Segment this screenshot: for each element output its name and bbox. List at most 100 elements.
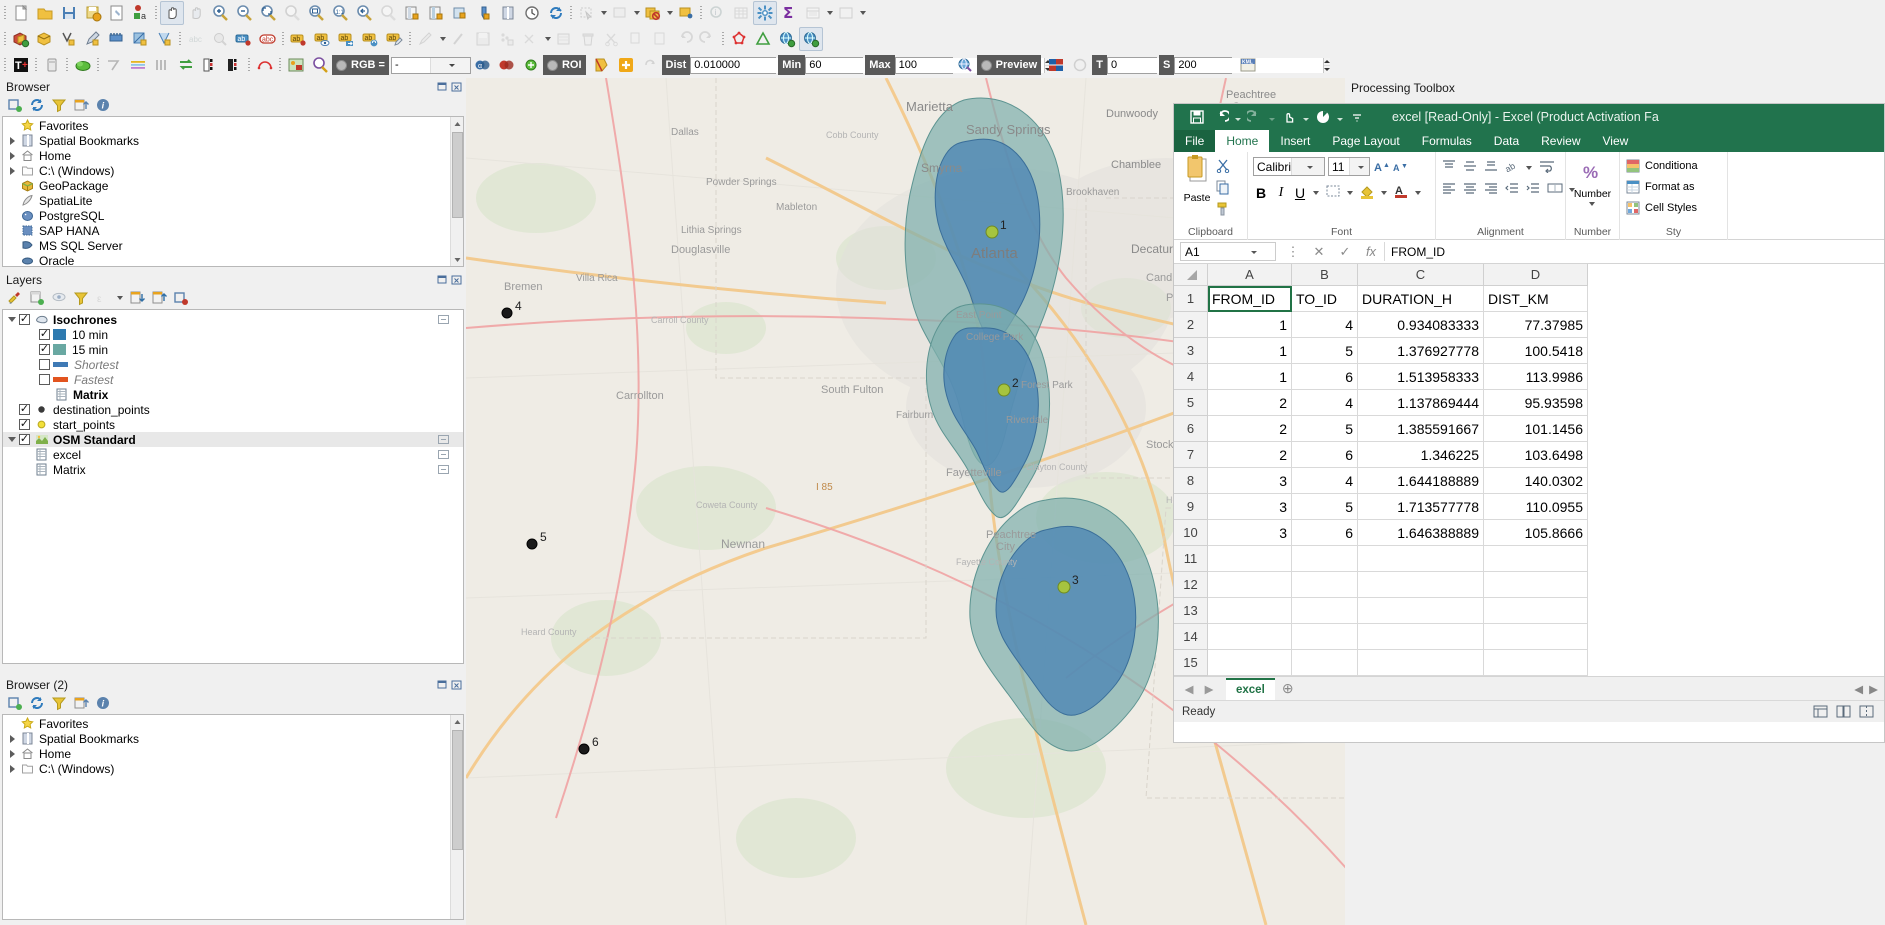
zoom-next-icon[interactable] <box>376 1 400 25</box>
chart-dropdown[interactable] <box>1336 106 1344 128</box>
excel-title-bar[interactable]: excel [Read-Only] - Excel (Product Activ… <box>1174 104 1884 130</box>
wrap-text-icon[interactable] <box>1538 159 1556 176</box>
tree-item-spatial-bookmarks[interactable]: Spatial Bookmarks <box>3 133 463 148</box>
chevron-down-icon[interactable] <box>1291 158 1324 175</box>
add-layer-icon[interactable] <box>6 694 24 712</box>
layer-item-15-min[interactable]: 15 min <box>3 342 463 357</box>
label-disabled-icon[interactable]: abc <box>184 27 208 51</box>
grid-cell-A3[interactable]: 1 <box>1208 338 1292 364</box>
grid-cell-D14[interactable] <box>1484 624 1588 650</box>
arc-tool-icon[interactable] <box>253 53 277 77</box>
redo-dropdown[interactable] <box>1268 106 1276 128</box>
georeferencer-icon[interactable] <box>129 27 153 51</box>
label-abc-red-icon[interactable]: abc <box>256 27 280 51</box>
align-center-icon[interactable] <box>1462 181 1478 198</box>
style-manager-icon[interactable]: a <box>129 1 153 25</box>
grid-cell-D1[interactable]: DIST_KM <box>1484 286 1588 312</box>
add-feature-polygon-icon[interactable] <box>153 27 177 51</box>
roi-indicator[interactable]: ROI <box>543 55 586 75</box>
select-features-icon[interactable] <box>575 1 599 25</box>
align-middle-icon[interactable] <box>1462 159 1478 176</box>
preview-indicator[interactable]: Preview <box>977 55 1042 75</box>
orthophoto-icon[interactable] <box>284 53 308 77</box>
processing-toolbox-icon[interactable] <box>753 1 777 25</box>
grid-cell-B13[interactable] <box>1292 598 1358 624</box>
edit-expression-icon[interactable]: ε <box>94 289 112 307</box>
label-rotate-icon[interactable]: ab <box>359 27 383 51</box>
label-highlight-icon[interactable]: ab <box>232 27 256 51</box>
grid-cell-D5[interactable]: 95.93598 <box>1484 390 1588 416</box>
grid-cell-C2[interactable]: 0.934083333 <box>1358 312 1484 338</box>
kml-export-icon[interactable]: KML <box>1236 53 1260 77</box>
toolbar-grip[interactable] <box>2 55 9 75</box>
grid-cell-B11[interactable] <box>1292 546 1358 572</box>
digitize-line-icon[interactable] <box>447 27 471 51</box>
conditional-formatting-button[interactable]: Conditiona <box>1625 158 1722 174</box>
font-color-dropdown[interactable] <box>1414 186 1422 200</box>
layer-item-fastest[interactable]: Fastest <box>3 372 463 387</box>
transparency-icon[interactable] <box>1068 53 1092 77</box>
tree-item-favorites[interactable]: Favorites <box>3 716 463 731</box>
data-source-dropdown[interactable] <box>825 1 834 25</box>
toolbar-grip[interactable] <box>2 29 9 49</box>
decrease-indent-icon[interactable] <box>1504 181 1520 198</box>
grid-cell-A1[interactable]: FROM_ID <box>1208 286 1292 312</box>
border-dropdown[interactable] <box>1346 186 1354 200</box>
grid-cell-C11[interactable] <box>1358 546 1484 572</box>
font-color-icon[interactable]: A <box>1393 183 1409 202</box>
add-mesh-layer-icon[interactable] <box>472 1 496 25</box>
zoom-native-icon[interactable]: 1:1 <box>328 1 352 25</box>
refresh-icon[interactable] <box>544 1 568 25</box>
reshape-features-icon[interactable] <box>105 27 129 51</box>
deselect-features-icon[interactable] <box>608 1 632 25</box>
modify-attributes-dropdown[interactable] <box>543 27 552 51</box>
grid-cell-C15[interactable] <box>1358 650 1484 676</box>
tree-item-oracle[interactable]: Oracle <box>3 253 463 267</box>
curve-tool-icon[interactable] <box>102 53 126 77</box>
grid-cell-C8[interactable]: 1.644188889 <box>1358 468 1484 494</box>
zoom-out-icon[interactable] <box>232 1 256 25</box>
min-spinbox[interactable] <box>805 57 863 74</box>
text-annotation-icon[interactable]: T+ <box>9 53 33 77</box>
chevron-down-icon[interactable] <box>430 58 470 73</box>
row-header-5[interactable]: 5 <box>1174 390 1208 416</box>
zoom-in-icon[interactable] <box>208 1 232 25</box>
increase-indent-icon[interactable] <box>1525 181 1541 198</box>
toggle-editing-icon[interactable] <box>414 27 438 51</box>
paste-button[interactable]: Paste <box>1179 155 1215 220</box>
touch-mode-dropdown[interactable] <box>1302 106 1310 128</box>
close-icon[interactable] <box>451 274 462 285</box>
align-bottom-icon[interactable] <box>1483 159 1499 176</box>
redo-icon[interactable] <box>1244 106 1266 128</box>
layer-item-osm-standard[interactable]: OSM Standard <box>3 432 463 447</box>
color-ramp-icon[interactable] <box>126 53 150 77</box>
pan-map-icon[interactable] <box>160 1 184 25</box>
grid-cell-D12[interactable] <box>1484 572 1588 598</box>
raster-split-1-icon[interactable] <box>198 53 222 77</box>
toolbar-grip[interactable] <box>568 3 575 23</box>
tree-item-postgresql[interactable]: PostgreSQL <box>3 208 463 223</box>
tree-item-c-windows[interactable]: C:\ (Windows) <box>3 761 463 776</box>
grid-cell-D3[interactable]: 100.5418 <box>1484 338 1588 364</box>
underline-dropdown[interactable] <box>1312 186 1320 200</box>
python-console-icon[interactable] <box>834 1 858 25</box>
red-band-icon[interactable] <box>495 53 519 77</box>
column-header-B[interactable]: B <box>1292 264 1358 286</box>
layer-item-matrix[interactable]: Matrix <box>3 462 463 477</box>
toolbar-grip[interactable] <box>246 55 253 75</box>
filter-legend-icon[interactable] <box>72 289 90 307</box>
browser2-tree[interactable]: FavoritesSpatial BookmarksHomeC:\ (Windo… <box>2 714 464 920</box>
green-band-icon[interactable] <box>519 53 543 77</box>
browser-tree[interactable]: FavoritesSpatial BookmarksHomeC:\ (Windo… <box>2 116 464 267</box>
row-header-9[interactable]: 9 <box>1174 494 1208 520</box>
grid-cell-A14[interactable] <box>1208 624 1292 650</box>
add-vector-layer-icon[interactable] <box>424 1 448 25</box>
chart-icon[interactable] <box>1312 106 1334 128</box>
page-layout-icon[interactable] <box>1836 705 1851 718</box>
grid-cell-C5[interactable]: 1.137869444 <box>1358 390 1484 416</box>
raster-split-2-icon[interactable] <box>222 53 246 77</box>
add-sheet-button[interactable]: ⊕ <box>1275 680 1301 697</box>
toolbar-grip[interactable] <box>277 55 284 75</box>
increase-font-icon[interactable]: A▲ <box>1373 157 1389 178</box>
close-icon[interactable] <box>451 679 462 690</box>
